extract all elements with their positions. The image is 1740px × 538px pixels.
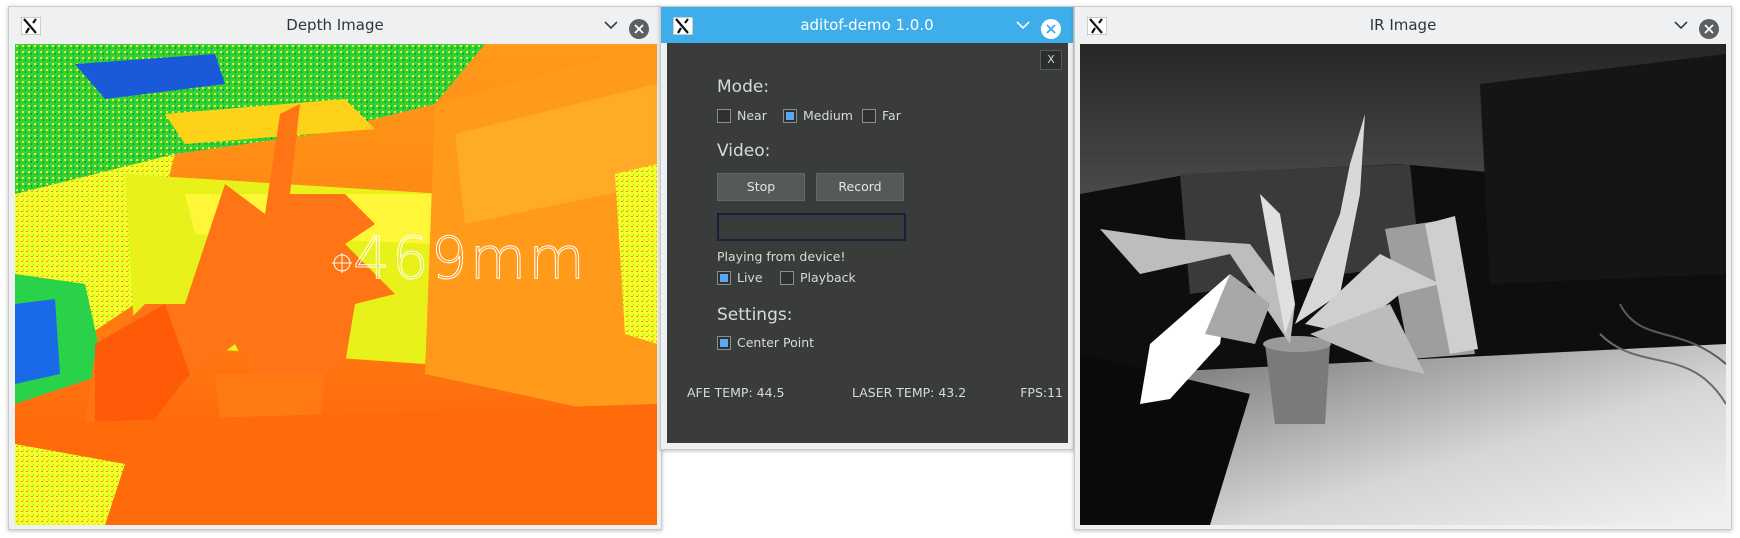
mode-near-label: Near [737, 108, 767, 123]
mode-heading: Mode: [717, 77, 770, 97]
mode-far-checkbox[interactable]: Far [862, 108, 901, 123]
checkbox-box[interactable] [783, 108, 797, 123]
record-button[interactable]: Record [816, 173, 904, 201]
mode-far-label: Far [882, 108, 901, 123]
close-icon [1046, 24, 1056, 34]
close-button[interactable] [629, 19, 649, 39]
checkbox-box[interactable] [717, 270, 731, 285]
playback-status-text: Playing from device! [717, 249, 846, 264]
window-title: IR Image [1369, 16, 1437, 34]
checkbox-box[interactable] [862, 108, 876, 123]
source-playback-label: Playback [800, 270, 856, 285]
x11-app-icon [673, 17, 693, 35]
x11-app-icon [21, 17, 41, 35]
center-point-checkbox[interactable]: Center Point [717, 335, 814, 350]
depth-image: 469mm [15, 44, 657, 525]
recording-filename-input[interactable] [717, 213, 906, 241]
window-title: aditof-demo 1.0.0 [800, 16, 934, 34]
fps-readout: FPS:11 [1020, 385, 1063, 400]
checkbox-box[interactable] [780, 270, 794, 285]
panel-close-button[interactable]: X [1040, 50, 1062, 70]
ir-window-titlebar[interactable]: IR Image [1075, 7, 1731, 43]
checkbox-box[interactable] [717, 108, 731, 123]
close-button[interactable] [1041, 19, 1061, 39]
demo-window-titlebar[interactable]: aditof-demo 1.0.0 [661, 7, 1073, 43]
close-icon [1704, 24, 1714, 34]
ir-grayscale-image [1080, 44, 1726, 525]
checkbox-box[interactable] [717, 335, 731, 350]
source-live-checkbox[interactable]: Live [717, 270, 763, 285]
ir-image [1080, 44, 1726, 525]
center-point-label: Center Point [737, 335, 815, 350]
depth-image-window: Depth Image 469mm [8, 6, 662, 530]
aditof-demo-window: aditof-demo 1.0.0 X Mode: Near Medium Fa… [660, 6, 1074, 450]
settings-heading: Settings: [717, 305, 793, 325]
mode-near-checkbox[interactable]: Near [717, 108, 767, 123]
window-title: Depth Image [286, 16, 384, 34]
stop-button[interactable]: Stop [717, 173, 805, 201]
source-playback-checkbox[interactable]: Playback [780, 270, 856, 285]
chevron-down-icon[interactable] [603, 18, 619, 32]
ir-image-window: IR Image [1074, 6, 1732, 530]
close-icon [634, 24, 644, 34]
close-button[interactable] [1699, 19, 1719, 39]
x11-app-icon [1087, 17, 1107, 35]
afe-temp-readout: AFE TEMP: 44.5 [687, 385, 785, 400]
chevron-down-icon[interactable] [1673, 18, 1689, 32]
demo-control-panel: X Mode: Near Medium Far Video: Stop Reco… [667, 43, 1068, 443]
depth-window-titlebar[interactable]: Depth Image [9, 7, 661, 43]
chevron-down-icon[interactable] [1015, 18, 1031, 32]
source-live-label: Live [737, 270, 763, 285]
depth-reading-text: 469mm [353, 224, 587, 293]
mode-medium-checkbox[interactable]: Medium [783, 108, 853, 123]
mode-medium-label: Medium [803, 108, 853, 123]
video-heading: Video: [717, 141, 771, 161]
laser-temp-readout: LASER TEMP: 43.2 [852, 385, 967, 400]
